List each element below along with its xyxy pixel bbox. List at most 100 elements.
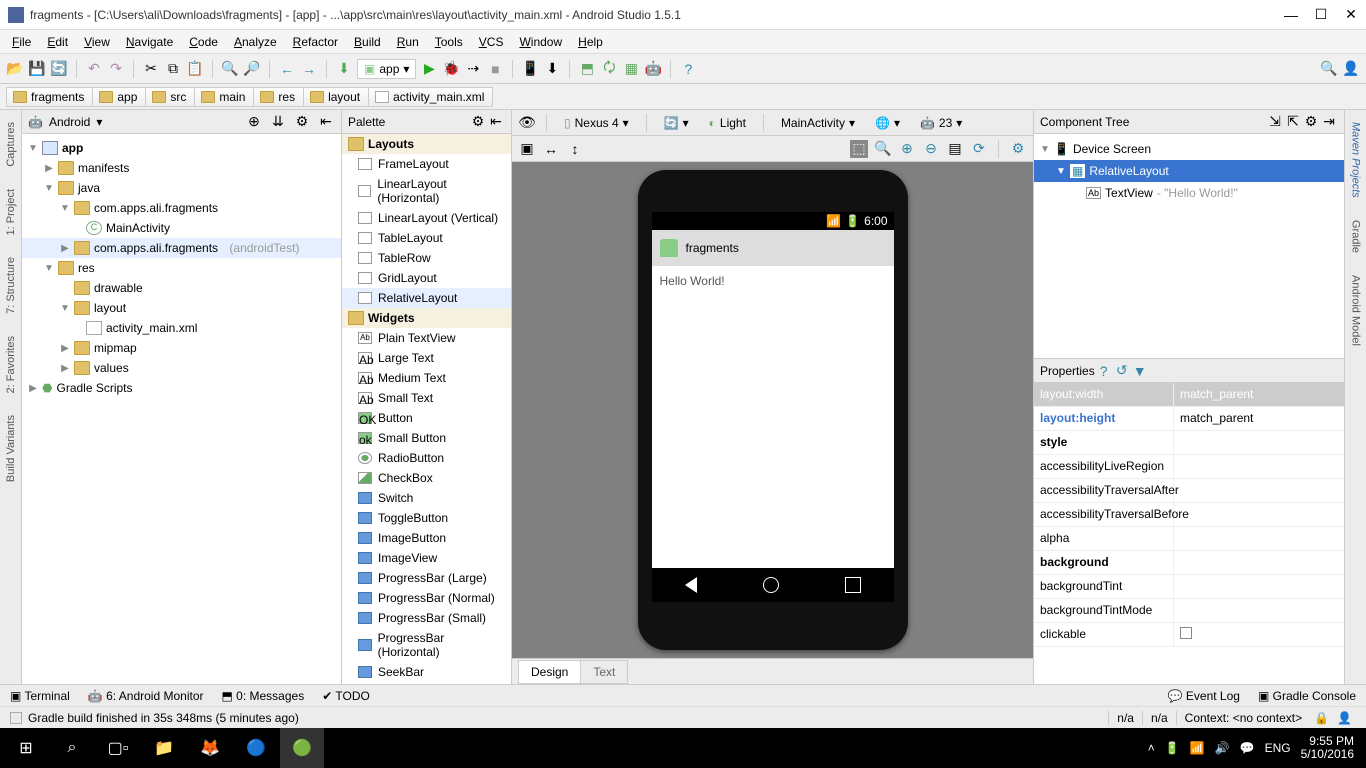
restore-icon[interactable]: ↺ [1113,362,1131,380]
menu-edit[interactable]: Edit [39,33,76,51]
target-icon[interactable]: ⊕ [245,113,263,131]
menu-help[interactable]: Help [570,33,611,51]
property-row[interactable]: backgroundTintMode [1034,599,1344,623]
explorer-button[interactable]: 📁 [142,728,186,768]
search-button[interactable]: ⌕ [50,728,94,768]
expand-icon[interactable]: ⇲ [1266,113,1284,131]
property-row[interactable]: layout:heightmatch_parent [1034,407,1344,431]
user-icon[interactable]: 👤 [1342,60,1360,78]
pal-seekbar[interactable]: SeekBar [342,662,511,682]
pal-linear-h[interactable]: LinearLayout (Horizontal) [342,174,511,208]
property-row[interactable]: layout:widthmatch_parent [1034,383,1344,407]
properties-table[interactable]: layout:widthmatch_parentlayout:heightmat… [1034,383,1344,684]
terminal-button[interactable]: ▣ Terminal [10,689,70,703]
collapse-icon[interactable]: ⇊ [269,113,287,131]
refresh-icon[interactable]: ⟳ [970,140,988,158]
help-icon[interactable]: ? [1095,362,1113,380]
rail-android-model[interactable]: Android Model [1350,267,1362,354]
sync-gradle-icon[interactable]: 🗘 [600,60,618,78]
menu-analyze[interactable]: Analyze [226,33,285,51]
open-icon[interactable]: 📂 [6,60,24,78]
forward-icon[interactable]: → [300,60,318,78]
pal-radio[interactable]: RadioButton [342,448,511,468]
activity-dropdown[interactable]: MainActivity▾ [774,113,862,133]
todo-button[interactable]: ✔ TODO [322,689,370,703]
gear-icon[interactable]: ⚙ [1302,113,1320,131]
rail-captures[interactable]: Captures [5,114,17,175]
bc-app[interactable]: app [92,87,146,107]
close-button[interactable]: ✕ [1344,8,1358,22]
bc-main[interactable]: main [194,87,254,107]
menu-view[interactable]: View [76,33,118,51]
rail-favorites[interactable]: 2: Favorites [5,328,17,401]
redo-icon[interactable]: ↷ [107,60,125,78]
device-content[interactable]: Hello World! [652,266,894,568]
status-context[interactable]: Context: <no context> [1176,711,1310,725]
tree-activity-main[interactable]: activity_main.xml [22,318,341,338]
back-icon[interactable]: ← [278,60,296,78]
gear-icon[interactable]: ⚙ [293,113,311,131]
gradle-console-button[interactable]: ▣ Gradle Console [1258,689,1356,703]
menu-navigate[interactable]: Navigate [118,33,181,51]
tray-volume-icon[interactable]: 🔊 [1215,741,1230,755]
tree-manifests[interactable]: ▶manifests [22,158,341,178]
zoom-fit-icon[interactable]: 🔍 [874,140,892,158]
pal-progress-n[interactable]: ProgressBar (Normal) [342,588,511,608]
tray-wifi-icon[interactable]: 📶 [1190,741,1205,755]
hide-icon[interactable]: ⇤ [487,113,505,131]
nav-home-icon[interactable] [763,577,779,593]
pal-progress-l[interactable]: ProgressBar (Large) [342,568,511,588]
rail-maven[interactable]: Maven Projects [1350,114,1362,206]
tray-action-icon[interactable]: 💬 [1240,741,1255,755]
tab-text[interactable]: Text [580,660,628,684]
viewport-icon[interactable]: ▣ [518,140,536,158]
tree-java[interactable]: ▼java [22,178,341,198]
android-monitor-button[interactable]: 🤖 6: Android Monitor [88,689,204,703]
pal-checkbox[interactable]: CheckBox [342,468,511,488]
property-row[interactable]: accessibilityTraversalBefore [1034,503,1344,527]
menu-file[interactable]: File [4,33,39,51]
ct-textview[interactable]: AbTextView - "Hello World!" [1034,182,1344,204]
pal-linear-v[interactable]: LinearLayout (Vertical) [342,208,511,228]
pal-button[interactable]: OKButton [342,408,511,428]
hide-icon[interactable]: ⇥ [1320,113,1338,131]
monitor-icon[interactable]: ⬒ [578,60,596,78]
property-row[interactable]: clickable [1034,623,1344,647]
pal-table[interactable]: TableLayout [342,228,511,248]
make-icon[interactable]: ⬇ [335,60,353,78]
tree-mainactivity[interactable]: CMainActivity [22,218,341,238]
chrome-button[interactable]: 🔵 [234,728,278,768]
pal-large-text[interactable]: AbLarge Text [342,348,511,368]
pal-imagebutton[interactable]: ImageButton [342,528,511,548]
hello-text[interactable]: Hello World! [660,274,725,288]
replace-icon[interactable]: 🔎 [243,60,261,78]
status-icon[interactable] [10,712,22,724]
pal-imageview[interactable]: ImageView [342,548,511,568]
hselect-icon[interactable]: ↔ [542,140,560,158]
palette-group-widgets[interactable]: Widgets [342,308,511,328]
ct-relativelayout[interactable]: ▼▦RelativeLayout [1034,160,1344,182]
menu-build[interactable]: Build [346,33,389,51]
menu-vcs[interactable]: VCS [471,33,512,51]
rail-build-variants[interactable]: Build Variants [5,407,17,490]
start-button[interactable]: ⊞ [4,728,48,768]
property-row[interactable]: style [1034,431,1344,455]
nav-recent-icon[interactable] [845,577,861,593]
collapse-icon[interactable]: ⇱ [1284,113,1302,131]
find-icon[interactable]: 🔍 [221,60,239,78]
tray-battery-icon[interactable]: 🔋 [1165,741,1180,755]
sync-icon[interactable]: 🔄 [50,60,68,78]
rail-structure[interactable]: 7: Structure [5,249,17,322]
messages-button[interactable]: ⬒ 0: Messages [222,689,305,703]
property-row[interactable]: backgroundTint [1034,575,1344,599]
help-icon[interactable]: ? [679,60,697,78]
pal-tablerow[interactable]: TableRow [342,248,511,268]
pal-medium-text[interactable]: AbMedium Text [342,368,511,388]
event-log-button[interactable]: 💬 Event Log [1168,689,1240,703]
maximize-button[interactable]: ☐ [1314,8,1328,22]
tree-layout[interactable]: ▼layout [22,298,341,318]
inspector-icon[interactable]: 👤 [1333,711,1356,725]
rail-gradle[interactable]: Gradle [1350,212,1362,261]
tree-pkg-test[interactable]: ▶com.apps.ali.fragments (androidTest) [22,238,341,258]
lock-icon[interactable]: 🔒 [1310,711,1333,725]
